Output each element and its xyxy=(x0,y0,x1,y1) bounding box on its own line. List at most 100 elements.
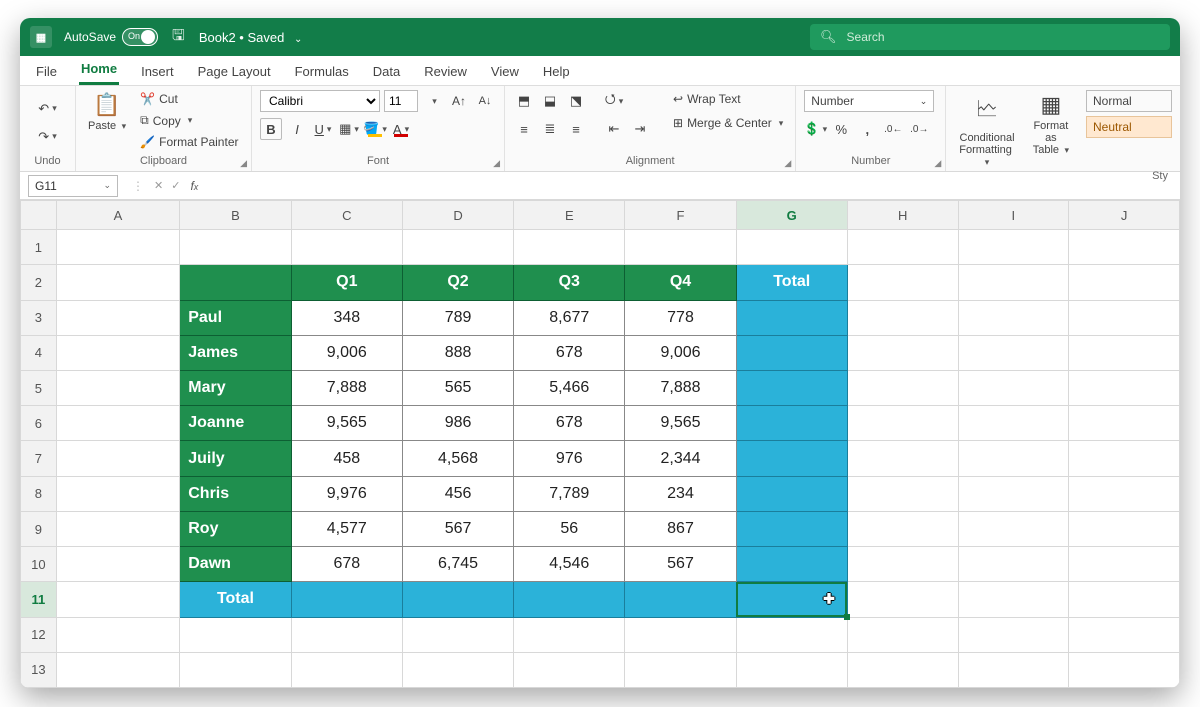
empty-cell[interactable] xyxy=(847,441,958,476)
number-format-select[interactable]: Number⌄ xyxy=(804,90,934,112)
column-header-quarter[interactable]: Q3 xyxy=(514,265,625,300)
row-name[interactable]: Joanne xyxy=(180,406,291,441)
tab-home[interactable]: Home xyxy=(79,55,119,85)
save-icon[interactable]: 🖫 xyxy=(172,25,185,50)
row-header[interactable]: 8 xyxy=(21,476,57,511)
empty-cell[interactable] xyxy=(514,230,625,265)
align-center-icon[interactable]: ≣ xyxy=(539,118,561,140)
column-header[interactable]: J xyxy=(1069,201,1180,230)
total-row-cell[interactable] xyxy=(402,582,513,617)
accounting-format-icon[interactable]: 💲 xyxy=(804,118,826,140)
copy-button[interactable]: ⧉Copy xyxy=(136,111,242,130)
empty-cell[interactable] xyxy=(847,335,958,370)
data-cell[interactable]: 789 xyxy=(402,300,513,335)
empty-cell[interactable] xyxy=(180,652,291,687)
column-header[interactable]: C xyxy=(291,201,402,230)
bold-button[interactable]: B xyxy=(260,118,282,140)
merge-center-button[interactable]: ⊞Merge & Center xyxy=(669,114,787,132)
fill-color-button[interactable]: 🪣 xyxy=(364,118,386,140)
total-row-cell[interactable] xyxy=(514,582,625,617)
align-bottom-icon[interactable]: ⬔ xyxy=(565,90,587,112)
data-cell[interactable]: 976 xyxy=(514,441,625,476)
empty-cell[interactable] xyxy=(56,547,180,582)
align-middle-icon[interactable]: ⬓ xyxy=(539,90,561,112)
grid[interactable]: ABCDEFGHIJ12Q1Q2Q3Q4Total3Paul3487898,67… xyxy=(20,200,1180,688)
empty-cell[interactable] xyxy=(1069,335,1180,370)
select-all-corner[interactable] xyxy=(21,201,57,230)
name-box[interactable]: G11 ⌄ xyxy=(28,175,118,197)
row-name[interactable]: Juily xyxy=(180,441,291,476)
column-header[interactable]: I xyxy=(958,201,1069,230)
empty-cell[interactable] xyxy=(1069,476,1180,511)
empty-cell[interactable] xyxy=(180,230,291,265)
empty-cell[interactable] xyxy=(958,547,1069,582)
empty-cell[interactable] xyxy=(56,300,180,335)
empty-cell[interactable] xyxy=(1069,230,1180,265)
empty-cell[interactable] xyxy=(958,300,1069,335)
data-cell[interactable]: 4,546 xyxy=(514,547,625,582)
empty-cell[interactable] xyxy=(1069,406,1180,441)
data-cell[interactable]: 9,006 xyxy=(291,335,402,370)
data-cell[interactable]: 986 xyxy=(402,406,513,441)
comma-format-icon[interactable]: , xyxy=(856,118,878,140)
font-size-input[interactable] xyxy=(384,90,418,112)
data-cell[interactable]: 9,565 xyxy=(625,406,736,441)
data-cell[interactable]: 565 xyxy=(402,371,513,406)
empty-cell[interactable] xyxy=(958,230,1069,265)
row-name[interactable]: Roy xyxy=(180,511,291,546)
data-cell[interactable]: 867 xyxy=(625,511,736,546)
worksheet[interactable]: ABCDEFGHIJ12Q1Q2Q3Q4Total3Paul3487898,67… xyxy=(20,200,1180,688)
empty-cell[interactable] xyxy=(56,230,180,265)
empty-cell[interactable] xyxy=(1069,300,1180,335)
row-header[interactable]: 3 xyxy=(21,300,57,335)
data-cell[interactable]: 7,888 xyxy=(291,371,402,406)
tab-data[interactable]: Data xyxy=(371,58,402,85)
empty-cell[interactable] xyxy=(958,265,1069,300)
format-painter-button[interactable]: 🖌️Format Painter xyxy=(136,133,242,151)
total-cell-empty[interactable] xyxy=(736,335,847,370)
format-as-table-button[interactable]: ▦ Format as Table xyxy=(1026,90,1076,158)
empty-cell[interactable] xyxy=(56,335,180,370)
empty-cell[interactable] xyxy=(1069,617,1180,652)
cut-button[interactable]: ✂️Cut xyxy=(136,90,242,108)
grand-total-cell[interactable]: ✚ xyxy=(736,582,847,617)
empty-cell[interactable] xyxy=(1069,265,1180,300)
dialog-launcher-icon[interactable]: ◢ xyxy=(784,158,791,169)
data-cell[interactable]: 778 xyxy=(625,300,736,335)
tab-view[interactable]: View xyxy=(489,58,521,85)
empty-cell[interactable] xyxy=(847,300,958,335)
data-cell[interactable]: 4,568 xyxy=(402,441,513,476)
orientation-icon[interactable]: ⭯ xyxy=(603,90,625,112)
row-header[interactable]: 10 xyxy=(21,547,57,582)
empty-cell[interactable] xyxy=(1069,441,1180,476)
empty-cell[interactable] xyxy=(625,230,736,265)
empty-cell[interactable] xyxy=(402,652,513,687)
decrease-font-icon[interactable]: A↓ xyxy=(474,90,496,112)
decrease-decimal-icon[interactable]: .0→ xyxy=(908,118,930,140)
row-header[interactable]: 4 xyxy=(21,335,57,370)
empty-cell[interactable] xyxy=(180,617,291,652)
data-cell[interactable]: 2,344 xyxy=(625,441,736,476)
row-header[interactable]: 5 xyxy=(21,371,57,406)
empty-cell[interactable] xyxy=(847,230,958,265)
italic-button[interactable]: I xyxy=(286,118,308,140)
data-cell[interactable]: 5,466 xyxy=(514,371,625,406)
data-cell[interactable]: 567 xyxy=(402,511,513,546)
total-row-label[interactable]: Total xyxy=(180,582,291,617)
empty-cell[interactable] xyxy=(847,617,958,652)
column-header[interactable]: G xyxy=(736,201,847,230)
column-header[interactable]: F xyxy=(625,201,736,230)
empty-cell[interactable] xyxy=(958,476,1069,511)
data-cell[interactable]: 456 xyxy=(402,476,513,511)
empty-cell[interactable] xyxy=(56,617,180,652)
empty-cell[interactable] xyxy=(1069,371,1180,406)
data-cell[interactable]: 678 xyxy=(514,406,625,441)
total-cell-empty[interactable] xyxy=(736,511,847,546)
tab-insert[interactable]: Insert xyxy=(139,58,176,85)
empty-cell[interactable] xyxy=(56,406,180,441)
underline-button[interactable]: U xyxy=(312,118,334,140)
cancel-icon[interactable]: ✕ xyxy=(150,179,167,192)
column-header[interactable]: E xyxy=(514,201,625,230)
data-cell[interactable]: 348 xyxy=(291,300,402,335)
search-input[interactable]: 🔍︎ Search xyxy=(810,24,1170,50)
